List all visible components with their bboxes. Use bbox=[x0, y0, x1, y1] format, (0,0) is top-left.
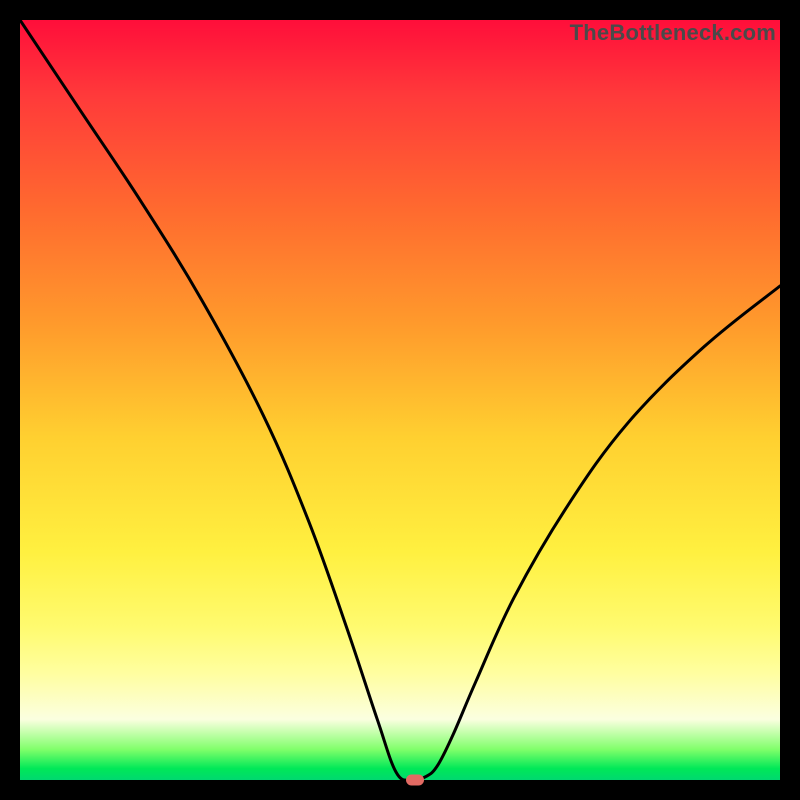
chart-plot-area: TheBottleneck.com bbox=[20, 20, 780, 780]
chart-frame: TheBottleneck.com bbox=[0, 0, 800, 800]
bottleneck-curve bbox=[20, 20, 780, 780]
curve-path bbox=[20, 20, 780, 780]
